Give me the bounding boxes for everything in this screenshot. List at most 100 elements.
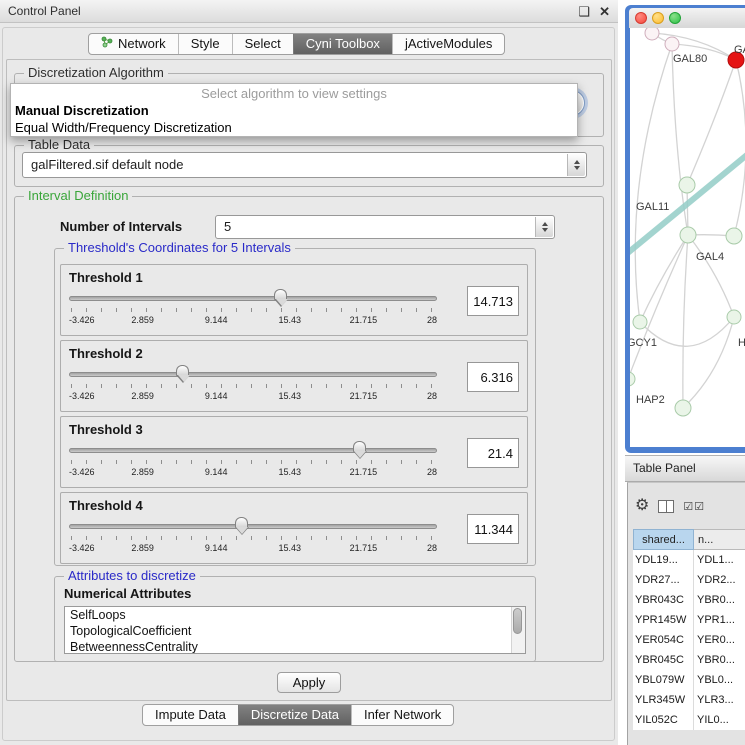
threshold-3-label: Threshold 3 [69,422,143,437]
scrollbar[interactable] [511,607,525,653]
tab-impute-data[interactable]: Impute Data [143,705,238,725]
column-header-name[interactable]: n... [694,529,745,550]
tab-infer-network[interactable]: Infer Network [351,705,453,725]
table-row[interactable]: YIL052C YIL0... [633,710,745,730]
scale-label: 15.43 [279,543,302,553]
algorithm-option-equal-width[interactable]: Equal Width/Frequency Discretization [11,119,577,136]
cell[interactable]: YDR2... [694,570,745,590]
select-all-checkbox-icon[interactable]: ☑☑ [683,500,705,513]
tab-cyni-toolbox-label: Cyni Toolbox [306,34,380,54]
scale-label: 15.43 [279,467,302,477]
stepper-icon[interactable] [535,217,553,237]
gear-icon[interactable]: ⚙ [635,497,649,515]
cell[interactable]: YBR0... [694,590,745,610]
node-label: H [738,337,745,349]
threshold-1-value-field[interactable]: 14.713 [467,286,519,316]
float-window-icon[interactable]: ❑ [578,0,590,23]
tab-discretize-data[interactable]: Discretize Data [238,705,351,725]
slider-track[interactable] [69,448,437,453]
threshold-2-slider[interactable]: -3.426 2.859 9.144 15.43 21.715 28 [69,364,437,408]
cell[interactable]: YBR043C [633,590,694,610]
tab-style[interactable]: Style [178,34,232,54]
tab-jactivemodules[interactable]: jActiveModules [392,34,504,54]
screen: Control Panel ❑ ✕ Network [0,0,745,745]
slider-ticks [71,536,435,540]
cell[interactable]: YDL19... [633,550,694,570]
network-node-gal80 [665,37,679,51]
cell[interactable]: YLR345W [633,690,694,710]
cell[interactable]: YDL1... [694,550,745,570]
cell[interactable]: YBL079W [633,670,694,690]
cell[interactable]: YBR0... [694,650,745,670]
cell[interactable]: YER0... [694,630,745,650]
table-row[interactable]: YPR145W YPR1... [633,610,745,630]
cell[interactable]: YPR145W [633,610,694,630]
close-icon[interactable]: ✕ [599,0,610,23]
table-row[interactable]: YDL19... YDL1... [633,550,745,570]
close-traffic-light-icon[interactable] [635,12,647,24]
scrollbar-thumb[interactable] [513,608,522,634]
number-of-intervals-combobox[interactable]: 5 [215,215,555,239]
table-data-combobox[interactable]: galFiltered.sif default node [22,152,587,178]
threshold-1-slider[interactable]: -3.426 2.859 9.144 15.43 21.715 28 [69,288,437,332]
cell[interactable]: YIL052C [633,710,694,730]
table-row[interactable]: YLR345W YLR3... [633,690,745,710]
stepper-icon[interactable] [567,154,585,176]
cell[interactable]: YLR3... [694,690,745,710]
scale-label: 9.144 [205,391,228,401]
number-of-intervals-value: 5 [224,219,231,234]
network-node-gal11 [679,177,695,193]
tab-network[interactable]: Network [89,34,178,54]
network-view-window[interactable]: GAL80 GA GAL11 GAL4 GCY1 HAP2 H [625,5,745,453]
table-row[interactable]: YDR27... YDR2... [633,570,745,590]
algorithm-dropdown-popup: Select algorithm to view settings Manual… [10,83,578,137]
list-item[interactable]: BetweennessCentrality [65,639,525,654]
tab-select[interactable]: Select [232,34,293,54]
scale-label: 2.859 [131,467,154,477]
slider-track[interactable] [69,524,437,529]
table-row[interactable]: YER054C YER0... [633,630,745,650]
cell[interactable]: YDR27... [633,570,694,590]
cell[interactable]: YIL0... [694,710,745,730]
table-row[interactable]: YBR045C YBR0... [633,650,745,670]
cell[interactable]: YPR1... [694,610,745,630]
slider-thumb[interactable] [274,289,287,300]
threshold-4-label: Threshold 4 [69,498,143,513]
slider-scale: -3.426 2.859 9.144 15.43 21.715 28 [69,467,437,479]
apply-button[interactable]: Apply [277,672,341,693]
tab-cyni-toolbox[interactable]: Cyni Toolbox [293,34,392,54]
threshold-4-value-field[interactable]: 11.344 [467,514,519,544]
minimize-traffic-light-icon[interactable] [652,12,664,24]
cell[interactable]: YBR045C [633,650,694,670]
algorithm-option-manual[interactable]: Manual Discretization [11,102,577,119]
cell[interactable]: YBL0... [694,670,745,690]
slider-thumb[interactable] [176,365,189,376]
slider-thumb[interactable] [353,441,366,452]
table-row[interactable]: YBL079W YBL0... [633,670,745,690]
slider-scale: -3.426 2.859 9.144 15.43 21.715 28 [69,391,437,403]
table-panel-body: ⚙ ☑☑ shared... n... YDL19... YDL1... YDR… [627,482,745,745]
threshold-4-slider[interactable]: -3.426 2.859 9.144 15.43 21.715 28 [69,516,437,560]
scale-label: -3.426 [69,391,95,401]
columns-icon[interactable] [658,500,674,513]
column-header-shared-name[interactable]: shared... [633,529,694,550]
tab-impute-data-label: Impute Data [155,705,226,725]
scale-label: 21.715 [350,543,378,553]
zoom-traffic-light-icon[interactable] [669,12,681,24]
network-canvas[interactable]: GAL80 GA GAL11 GAL4 GCY1 HAP2 H [630,28,745,447]
list-item[interactable]: SelfLoops [65,607,525,623]
network-window-titlebar [629,8,745,28]
threshold-2-value-field[interactable]: 6.316 [467,362,519,392]
slider-scale: -3.426 2.859 9.144 15.43 21.715 28 [69,315,437,327]
scale-label: 21.715 [350,467,378,477]
network-edges [630,33,745,408]
slider-track[interactable] [69,296,437,301]
slider-track[interactable] [69,372,437,377]
list-item[interactable]: TopologicalCoefficient [65,623,525,639]
threshold-3-value-field[interactable]: 21.4 [467,438,519,468]
table-row[interactable]: YBR043C YBR0... [633,590,745,610]
scale-label: 2.859 [131,543,154,553]
cell[interactable]: YER054C [633,630,694,650]
slider-thumb[interactable] [235,517,248,528]
threshold-3-slider[interactable]: -3.426 2.859 9.144 15.43 21.715 28 [69,440,437,484]
